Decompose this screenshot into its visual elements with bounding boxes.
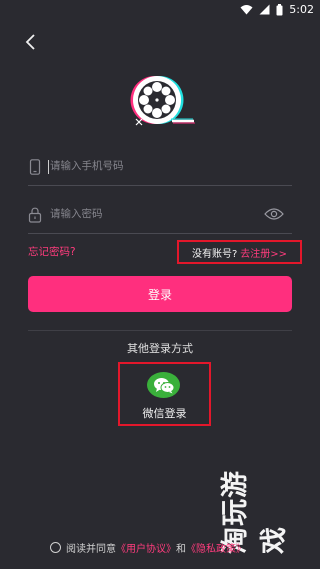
eye-icon[interactable]: [264, 207, 284, 221]
status-icons: 5:02: [240, 3, 314, 16]
wechat-icon: [153, 377, 174, 393]
wechat-login-label: 微信登录: [142, 407, 187, 420]
no-account-label: 没有账号?: [191, 248, 238, 260]
film-reel-logo-icon: [130, 76, 195, 126]
wechat-icon-circle: [147, 372, 180, 398]
agree-prefix: 阅读并同意: [66, 544, 116, 555]
battery-icon: [276, 3, 283, 15]
status-bar: 5:02: [0, 0, 320, 22]
phone-icon: [29, 159, 41, 175]
register-prompt[interactable]: 没有账号? 去注册>>: [177, 240, 302, 264]
phone-input[interactable]: [50, 156, 250, 176]
status-time: 5:02: [289, 3, 314, 16]
login-button[interactable]: 登录: [28, 276, 292, 312]
register-link[interactable]: 去注册>>: [240, 245, 287, 260]
password-field: [28, 196, 292, 234]
back-arrow-icon[interactable]: [22, 33, 40, 51]
agree-and: 和: [176, 544, 186, 555]
text-cursor: [48, 160, 49, 174]
phone-field: [28, 148, 292, 186]
watermark-text: 淘玩游戏: [219, 470, 290, 554]
lock-icon: [28, 207, 42, 223]
signal-icon: [259, 4, 270, 15]
user-agreement-link[interactable]: 《用户协议》: [116, 540, 176, 555]
agreement-row: 阅读并同意 《用户协议》 和 《隐私政策》: [50, 540, 246, 555]
forgot-password-link[interactable]: 忘记密码?: [28, 244, 76, 259]
agree-radio-icon[interactable]: [50, 542, 61, 553]
password-input[interactable]: [50, 204, 250, 224]
other-login-title: 其他登录方式: [127, 342, 193, 355]
wechat-login-button[interactable]: 微信登录: [118, 362, 211, 426]
privacy-policy-link[interactable]: 《隐私政策》: [186, 540, 246, 555]
divider: [28, 330, 292, 331]
wifi-icon: [240, 5, 253, 15]
